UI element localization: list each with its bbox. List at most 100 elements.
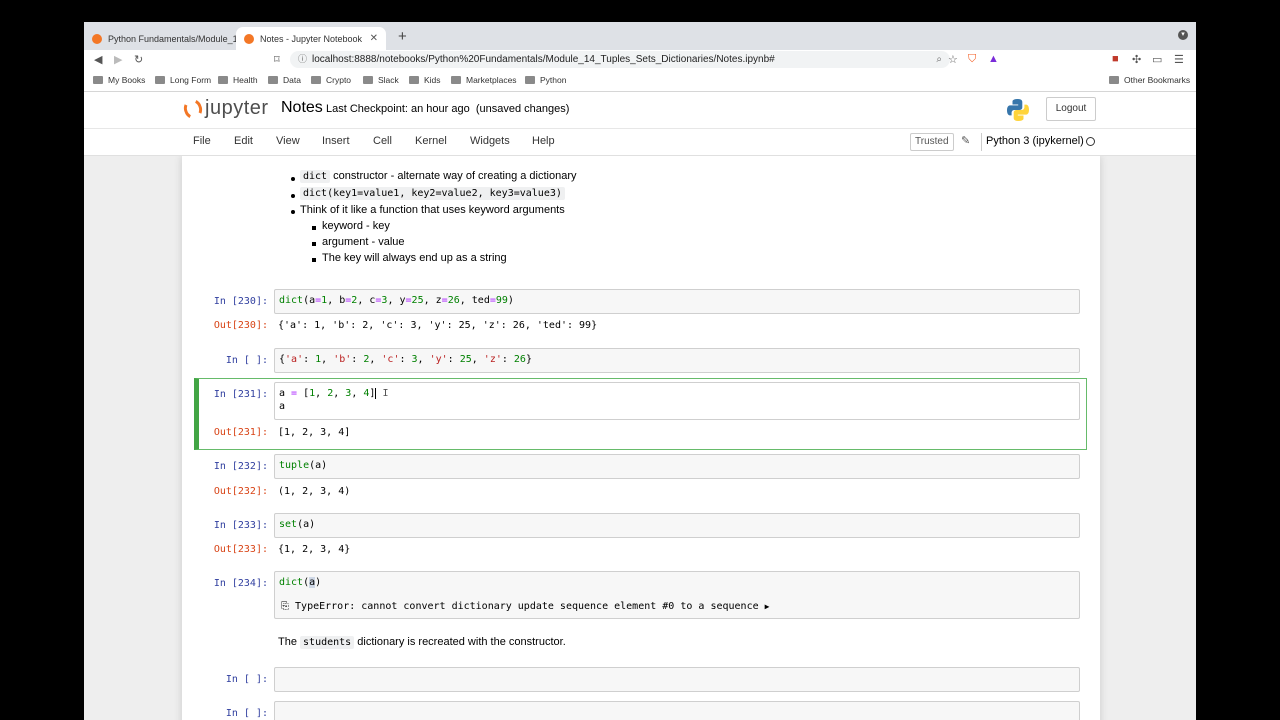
code-input[interactable]: [274, 701, 1080, 720]
folder-icon: [1109, 76, 1119, 84]
bookmark-python[interactable]: Python: [525, 75, 566, 85]
input-prompt: In [ ]:: [225, 674, 268, 685]
inline-code: students: [300, 636, 355, 649]
folder-icon: [155, 76, 165, 84]
tab-notes[interactable]: Notes - Jupyter Notebook ✕: [236, 27, 386, 50]
tab-module-14[interactable]: Python Fundamentals/Module_14_ ✕: [84, 27, 236, 50]
input-prompt: In [ ]:: [225, 355, 268, 366]
bullet-icon: [291, 210, 295, 214]
forward-icon[interactable]: ▶: [114, 53, 122, 66]
menu-file[interactable]: File: [193, 135, 211, 147]
bookmark-long-form[interactable]: Long Form: [155, 75, 211, 85]
bookmark-data[interactable]: Data: [268, 75, 301, 85]
bookmark-health[interactable]: Health: [218, 75, 258, 85]
checkpoint-status: Last Checkpoint: an hour ago (unsaved ch…: [326, 103, 569, 115]
output-prompt: Out[231]:: [213, 427, 268, 438]
md-sub-3: The key will always end up as a string: [322, 252, 507, 264]
bookmark-my-books[interactable]: My Books: [93, 75, 145, 85]
bookmark-label: Long Form: [170, 75, 212, 85]
code-input[interactable]: dict(a=1, b=2, c=3, y=25, z=26, ted=99): [274, 289, 1080, 314]
expand-icon[interactable]: ▶: [765, 602, 770, 611]
url-text: localhost:8888/notebooks/Python%20Fundam…: [312, 54, 775, 65]
bookmark-kids[interactable]: Kids: [409, 75, 441, 85]
md-paragraph: The students dictionary is recreated wit…: [278, 636, 566, 649]
bookmark-label: Marketplaces: [466, 75, 517, 85]
menu-cell[interactable]: Cell: [373, 135, 392, 147]
menu-widgets[interactable]: Widgets: [470, 135, 510, 147]
tab-search-icon[interactable]: ▾: [1178, 30, 1188, 40]
bookmark-label: Kids: [424, 75, 441, 85]
md-text: dictionary is recreated with the constru…: [357, 636, 566, 648]
error-output: ⎘ TypeError: cannot convert dictionary u…: [281, 600, 1075, 613]
folder-icon: [311, 76, 321, 84]
brave-shield-icon[interactable]: ⛉: [968, 53, 976, 66]
bullet-icon: [291, 177, 295, 181]
menu-icon[interactable]: ☰: [1174, 53, 1184, 66]
address-bar[interactable]: ⓘ localhost:8888/notebooks/Python%20Fund…: [290, 51, 950, 68]
bookmark-slack[interactable]: Slack: [363, 75, 399, 85]
bookmark-marketplaces[interactable]: Marketplaces: [451, 75, 517, 85]
input-prompt: In [ ]:: [225, 708, 268, 719]
site-info-icon[interactable]: ⓘ: [298, 51, 307, 68]
close-tab-icon[interactable]: ✕: [370, 33, 378, 44]
input-prompt: In [233]:: [213, 520, 268, 531]
tab-bar: Python Fundamentals/Module_14_ ✕ Notes -…: [84, 22, 1196, 50]
jupyter-logo-icon: [181, 96, 205, 121]
browser-window: Python Fundamentals/Module_14_ ✕ Notes -…: [84, 22, 1196, 720]
share-icon[interactable]: ☆: [948, 53, 958, 66]
text-cursor: [375, 387, 377, 399]
bookmarks-bar: My Books Long Form Health Data Crypto Sl…: [84, 70, 1196, 92]
md-bullet-2: dict(key1=value1, key2=value2, key3=valu…: [300, 187, 565, 200]
menu-view[interactable]: View: [276, 135, 300, 147]
menu-help[interactable]: Help: [532, 135, 555, 147]
cell-output: {'a': 1, 'b': 2, 'c': 3, 'y': 25, 'z': 2…: [278, 320, 598, 331]
logout-button[interactable]: Logout: [1046, 97, 1096, 121]
bookmark-label: Crypto: [326, 75, 352, 85]
cell-output: (1, 2, 3, 4): [278, 486, 351, 497]
notebook-name[interactable]: Notes: [281, 99, 323, 117]
error-text: TypeError: cannot convert dictionary upd…: [295, 601, 759, 612]
menu-kernel[interactable]: Kernel: [415, 135, 447, 147]
bookmark-label: Python: [540, 75, 567, 85]
output-prompt: Out[233]:: [213, 544, 268, 555]
kernel-idle-icon: [1086, 137, 1095, 146]
code-input[interactable]: {'a': 1, 'b': 2, 'c': 3, 'y': 25, 'z': 2…: [274, 348, 1080, 373]
code-input[interactable]: a = [1, 2, 3, 4] Ia: [274, 382, 1080, 420]
output-prompt: Out[232]:: [213, 486, 268, 497]
bookmark-label: Other Bookmarks: [1124, 75, 1191, 85]
md-text: constructor - alternate way of creating …: [333, 170, 577, 182]
puzzle-icon[interactable]: ✣: [1132, 53, 1141, 66]
code-input[interactable]: tuple(a): [274, 454, 1080, 479]
jupyter-wordmark: jupyter: [205, 97, 269, 119]
sub-bullet-icon: [312, 242, 316, 246]
kernel-name[interactable]: Python 3 (ipykernel): [986, 135, 1084, 147]
zoom-icon[interactable]: ⌕: [936, 51, 942, 68]
menu-edit[interactable]: Edit: [234, 135, 253, 147]
menu-insert[interactable]: Insert: [322, 135, 350, 147]
code-input[interactable]: dict(a) ⎘ TypeError: cannot convert dicti…: [274, 571, 1080, 619]
wallet-icon[interactable]: ▭: [1152, 53, 1162, 66]
bookmark-other[interactable]: Other Bookmarks: [1109, 75, 1190, 85]
bookmark-crypto[interactable]: Crypto: [311, 75, 351, 85]
copy-icon[interactable]: ⎘: [281, 601, 289, 612]
notebook-area: dict constructor - alternate way of crea…: [84, 156, 1196, 720]
trusted-badge[interactable]: Trusted: [910, 133, 954, 151]
code-input[interactable]: [274, 667, 1080, 692]
jupyter-favicon-icon: [92, 33, 102, 44]
input-prompt: In [232]:: [213, 461, 268, 472]
folder-icon: [363, 76, 373, 84]
new-tab-icon[interactable]: +: [398, 28, 407, 45]
jupyter-logo[interactable]: jupyter: [181, 96, 269, 121]
folder-icon: [268, 76, 278, 84]
extension-icon[interactable]: ■: [1112, 53, 1119, 65]
back-icon[interactable]: ◀: [94, 53, 102, 66]
cell-output: {1, 2, 3, 4}: [278, 544, 351, 555]
md-bullet-3: Think of it like a function that uses ke…: [300, 204, 565, 216]
reload-icon[interactable]: ↻: [134, 53, 143, 66]
bookmark-icon[interactable]: ⌑: [274, 53, 280, 66]
bookmark-label: Health: [233, 75, 258, 85]
brave-rewards-icon[interactable]: ▲: [988, 53, 999, 65]
output-prompt: Out[230]:: [213, 320, 268, 331]
code-input[interactable]: set(a): [274, 513, 1080, 538]
sub-bullet-icon: [312, 226, 316, 230]
